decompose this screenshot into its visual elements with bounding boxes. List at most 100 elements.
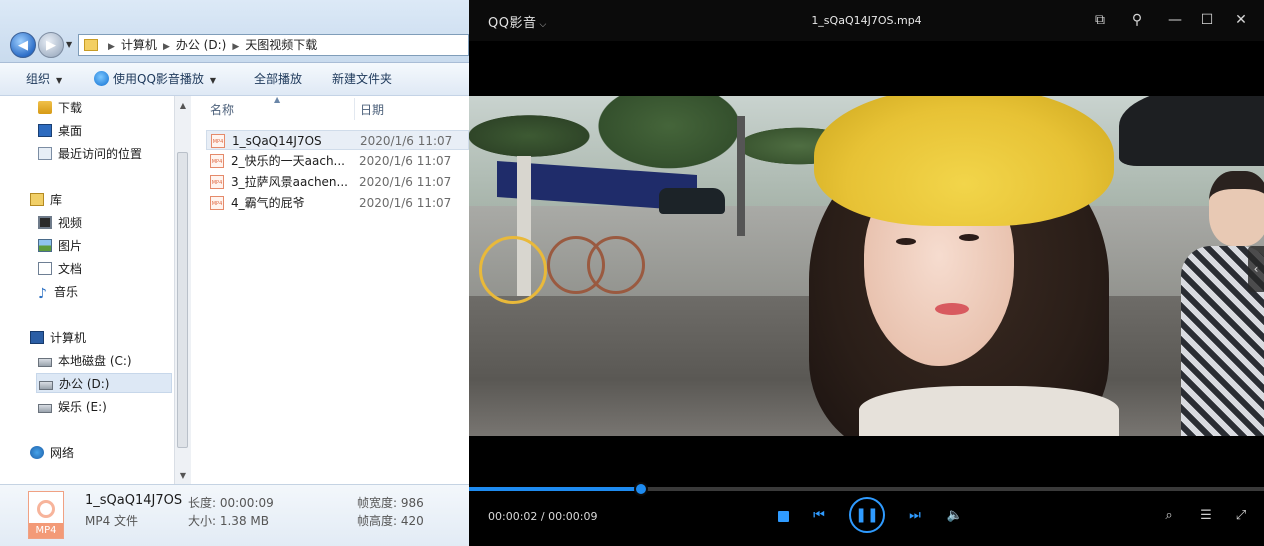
back-button[interactable]: ◀ <box>10 32 36 58</box>
organize-button[interactable]: 组织 ▼ <box>26 63 62 95</box>
drive-icon <box>38 404 52 413</box>
mp4-file-icon: MP4 <box>210 196 224 210</box>
film-reel-icon <box>37 500 55 518</box>
sidebar-item-documents[interactable]: 文档 <box>38 259 82 279</box>
volume-icon[interactable]: 🔈 <box>946 507 964 525</box>
sidebar-item-label: 办公 (D:) <box>59 377 110 391</box>
video-frame[interactable] <box>469 96 1264 436</box>
breadcrumb-folder[interactable]: 天图视频下载 <box>245 38 317 52</box>
chevron-left-icon[interactable]: ‹ <box>1248 246 1264 292</box>
drive-icon <box>38 358 52 367</box>
sidebar-item-label: 音乐 <box>54 285 79 299</box>
fullscreen-icon[interactable]: ⤢ <box>1232 507 1250 525</box>
details-file-type: MP4 文件 <box>85 514 139 528</box>
file-name: 2_快乐的一天aach... <box>231 154 345 168</box>
pause-button[interactable]: ❚❚ <box>849 497 885 533</box>
sidebar-item-music[interactable]: ♪ 音乐 <box>38 282 78 302</box>
details-pane: MP4 1_sQaQ14J7OS MP4 文件 长度: 00:00:09 大小:… <box>0 484 469 546</box>
column-header-label: 日期 <box>360 103 385 117</box>
play-all-button[interactable]: 全部播放 <box>254 63 302 95</box>
file-row[interactable]: MP4 3_拉萨风景aachen... 2020/1/6 11:07 <box>206 172 469 192</box>
maximize-icon[interactable]: ☐ <box>1198 11 1216 29</box>
sidebar-item-network[interactable]: 网络 <box>30 443 74 463</box>
progress-bar[interactable] <box>469 482 1264 496</box>
qq-player-icon <box>94 71 109 86</box>
sidebar-item-label: 娱乐 (E:) <box>58 400 107 414</box>
scroll-thumb[interactable] <box>177 152 188 448</box>
mp4-file-large-icon: MP4 <box>28 491 64 539</box>
folder-icon <box>84 39 98 51</box>
sidebar-item-label: 视频 <box>58 216 83 230</box>
file-name: 4_霸气的屁爷 <box>231 196 305 210</box>
video-person-head <box>1209 171 1264 246</box>
drive-icon <box>39 381 53 390</box>
explorer-window: ◀ ▶ ▼ ▶ 计算机 ▶ 办公 (D:) ▶ 天图视频下载 组织 ▼ 使用QQ影音播放 ▼ … <box>0 0 470 546</box>
sidebar-item-pictures[interactable]: 图片 <box>38 236 82 256</box>
video-pole <box>737 116 745 236</box>
video-coat <box>859 386 1119 436</box>
libraries-icon <box>30 193 44 206</box>
file-name: 1_sQaQ14J7OS <box>232 134 322 148</box>
file-row[interactable]: MP4 2_快乐的一天aach... 2020/1/6 11:07 <box>206 151 469 171</box>
sidebar-item-computer[interactable]: 计算机 <box>30 328 86 348</box>
file-row[interactable]: MP4 1_sQaQ14J7OS 2020/1/6 11:07 <box>206 130 469 150</box>
column-header-label: 名称 <box>210 103 235 117</box>
sidebar-item-downloads[interactable]: 下载 <box>38 98 82 118</box>
column-header-name[interactable]: 名称 <box>210 96 234 122</box>
file-type-badge: MP4 <box>29 523 63 538</box>
sidebar-item-desktop[interactable]: 桌面 <box>38 121 82 141</box>
close-icon[interactable]: ✕ <box>1232 11 1250 29</box>
play-with-qq-button[interactable]: 使用QQ影音播放 ▼ <box>94 63 216 95</box>
breadcrumb-computer[interactable]: 计算机 <box>121 38 157 52</box>
breadcrumb-separator: ▶ <box>108 42 115 52</box>
address-bar[interactable]: ▶ 计算机 ▶ 办公 (D:) ▶ 天图视频下载 <box>78 34 469 56</box>
organize-label: 组织 <box>26 72 51 86</box>
video-car <box>659 188 725 214</box>
sidebar-item-recent[interactable]: 最近访问的位置 <box>38 144 142 164</box>
forward-button[interactable]: ▶ <box>38 32 64 58</box>
new-folder-button[interactable]: 新建文件夹 <box>332 63 392 95</box>
nav-scrollbar[interactable]: ▲ ▼ <box>174 96 191 484</box>
qq-player-window: QQ影音 ⌵ 1_sQaQ14J7OS.mp4 ⧉ ⚲ — ☐ ✕ ‹ 00:0… <box>469 0 1264 546</box>
file-list: 名称 ▲ 日期 MP4 1_sQaQ14J7OS 2020/1/6 11:07 … <box>192 95 469 484</box>
explorer-toolbar: 组织 ▼ 使用QQ影音播放 ▼ 全部播放 新建文件夹 <box>0 63 469 96</box>
column-divider[interactable] <box>354 98 355 120</box>
scroll-down-icon[interactable]: ▼ <box>175 468 191 484</box>
sidebar-item-libraries[interactable]: 库 <box>30 190 62 210</box>
sidebar-item-label: 最近访问的位置 <box>58 147 143 161</box>
file-row[interactable]: MP4 4_霸气的屁爷 2020/1/6 11:07 <box>206 193 469 213</box>
previous-button[interactable]: ⏮ <box>812 507 826 525</box>
address-strip: ◀ ▶ ▼ ▶ 计算机 ▶ 办公 (D:) ▶ 天图视频下载 <box>0 0 469 63</box>
minimize-icon[interactable]: — <box>1166 11 1184 29</box>
play-all-label: 全部播放 <box>254 72 303 86</box>
network-icon <box>30 446 44 459</box>
scroll-up-icon[interactable]: ▲ <box>175 98 191 114</box>
next-button[interactable]: ⏭ <box>908 507 922 525</box>
computer-icon <box>30 331 44 344</box>
screenshot-icon[interactable]: ⌕ <box>1160 507 1178 525</box>
mp4-file-icon: MP4 <box>210 175 224 189</box>
video-hat <box>814 96 1114 226</box>
stop-button[interactable] <box>778 511 789 522</box>
sidebar-item-label: 文档 <box>58 262 83 276</box>
player-title-bar: QQ影音 ⌵ 1_sQaQ14J7OS.mp4 ⧉ ⚲ — ☐ ✕ <box>469 0 1264 41</box>
sidebar-item-drive-c[interactable]: 本地磁盘 (C:) <box>38 351 132 371</box>
details-frame-width: 帧宽度: 986 <box>357 496 424 510</box>
history-dropdown-icon[interactable]: ▼ <box>66 40 72 49</box>
file-date: 2020/1/6 11:07 <box>360 134 453 148</box>
sidebar-item-label: 库 <box>50 193 63 207</box>
mini-mode-icon[interactable]: ⧉ <box>1091 11 1109 29</box>
file-date: 2020/1/6 11:07 <box>359 175 452 189</box>
pin-icon[interactable]: ⚲ <box>1128 11 1146 29</box>
sidebar-item-drive-e[interactable]: 娱乐 (E:) <box>38 397 107 417</box>
pictures-library-icon <box>38 239 52 252</box>
video-lips <box>935 303 969 315</box>
sidebar-item-drive-d[interactable]: 办公 (D:) <box>36 373 172 393</box>
sidebar-item-videos[interactable]: 视频 <box>38 213 82 233</box>
sidebar-item-label: 桌面 <box>58 124 83 138</box>
file-date: 2020/1/6 11:07 <box>359 196 452 210</box>
settings-icon[interactable]: ☰ <box>1197 507 1215 525</box>
column-header-date[interactable]: 日期 <box>360 96 384 122</box>
breadcrumb-drive[interactable]: 办公 (D:) <box>176 38 226 52</box>
progress-knob[interactable] <box>633 482 648 496</box>
